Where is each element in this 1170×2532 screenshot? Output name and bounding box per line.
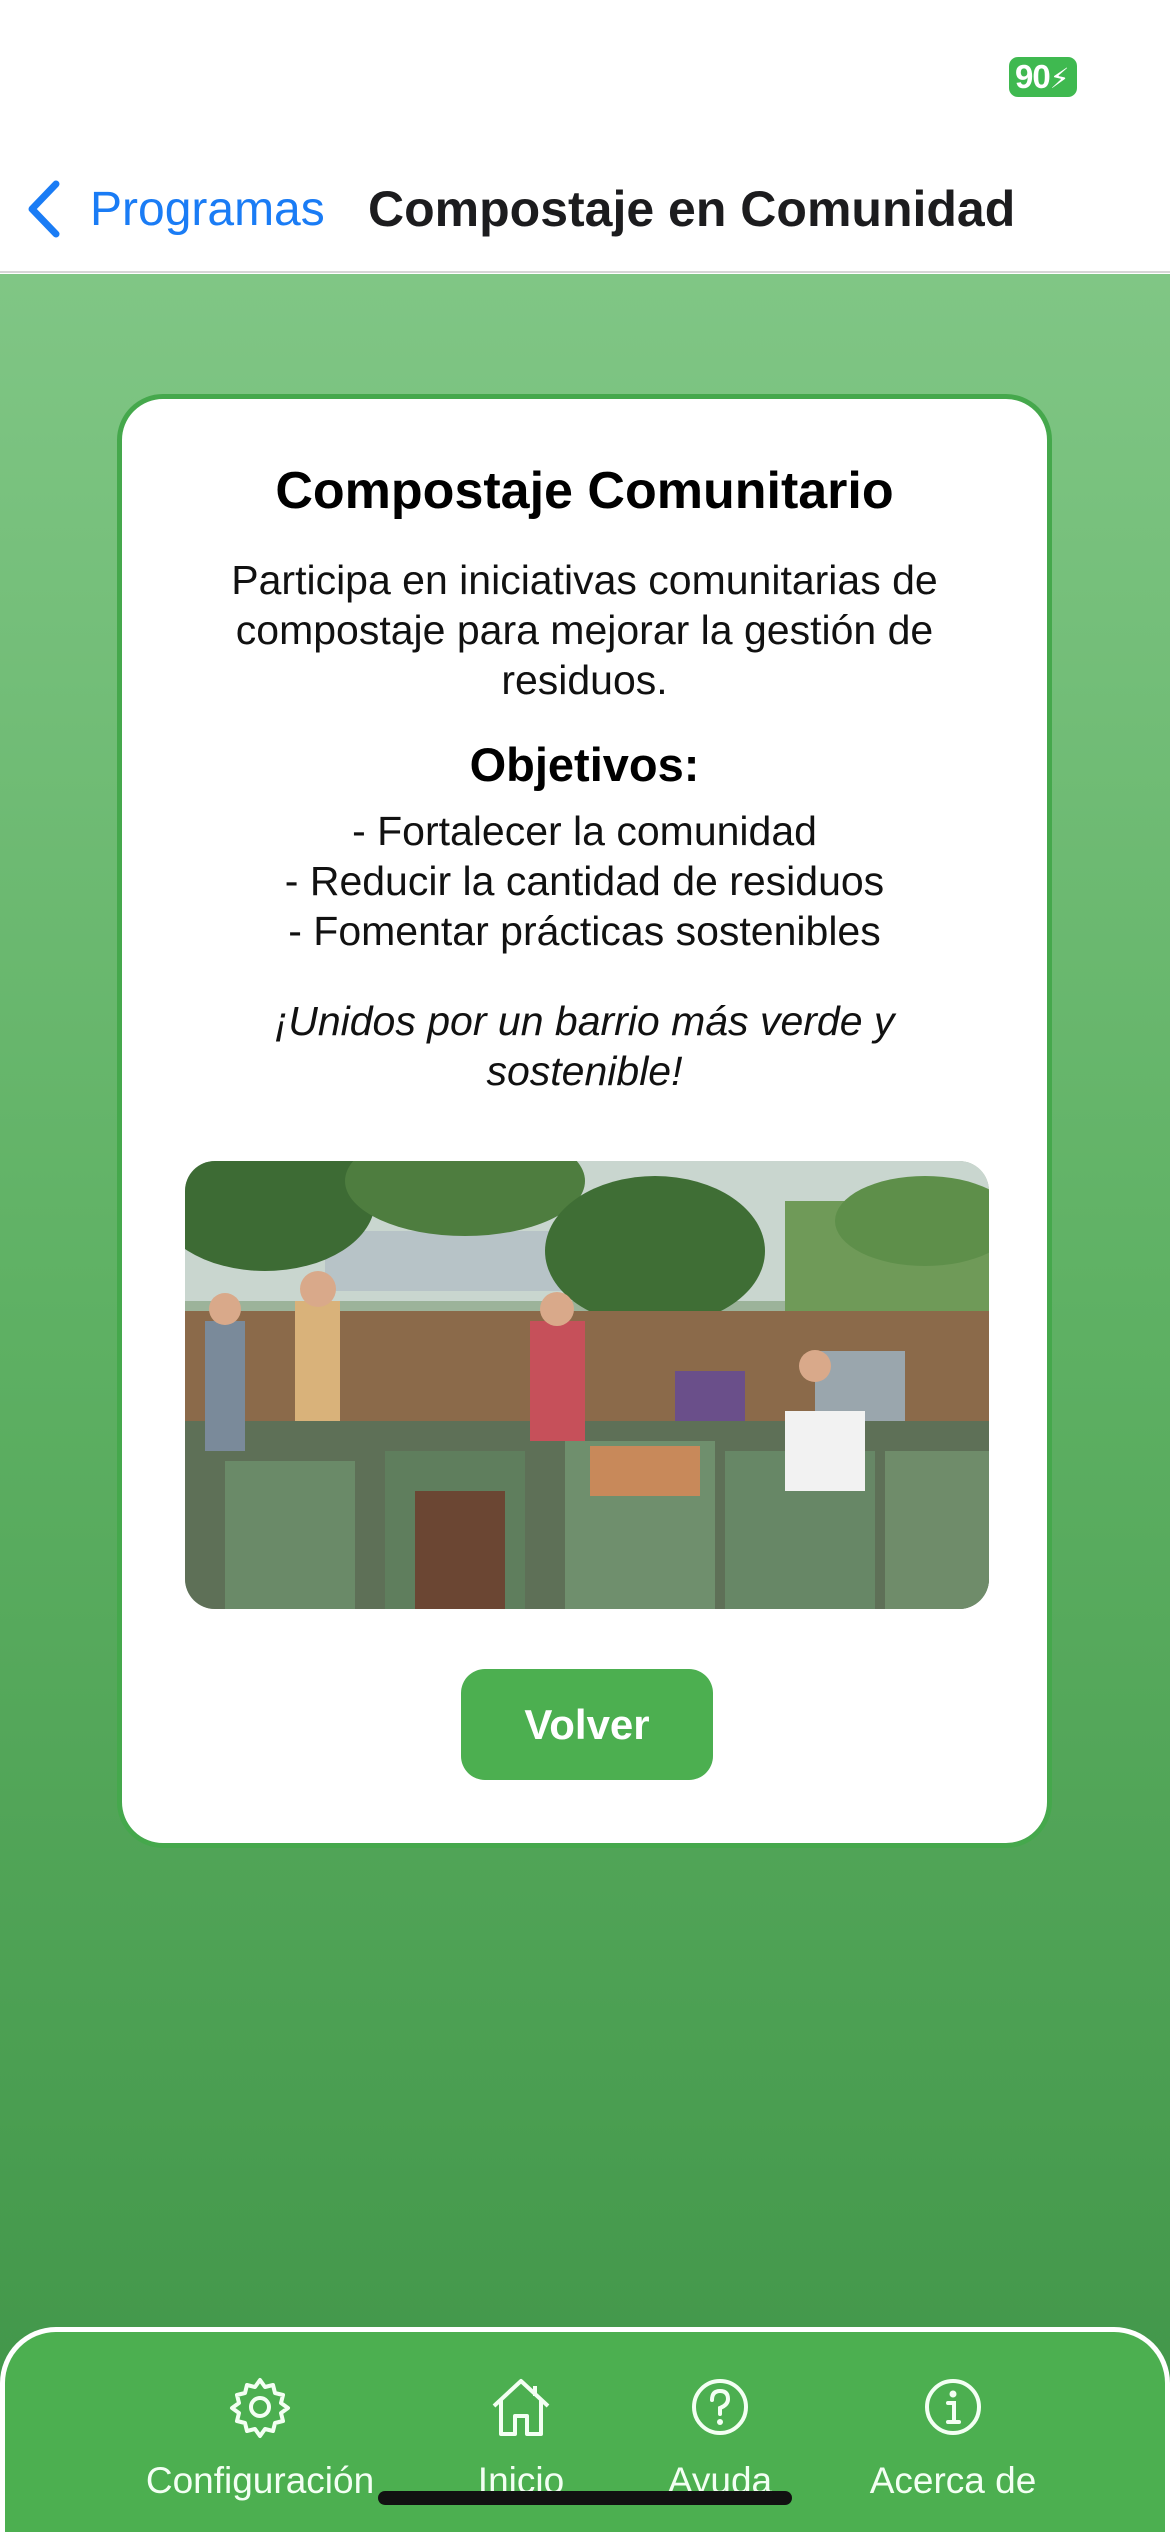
- battery-level: 90: [1015, 58, 1051, 95]
- composting-photo: [185, 1161, 989, 1609]
- home-indicator[interactable]: [378, 2491, 792, 2505]
- question-circle-icon: [692, 2379, 748, 2435]
- card-title: Compostaje Comunitario: [275, 462, 894, 520]
- gear-icon: [230, 2378, 290, 2438]
- home-icon: [492, 2379, 550, 2436]
- status-bar: 90⚡: [0, 0, 1170, 150]
- objectives-title: Objetivos:: [469, 738, 700, 791]
- objective-item: - Reducir la cantidad de residuos: [284, 858, 885, 904]
- back-button[interactable]: Programas: [22, 174, 325, 244]
- card-description: Participa en iniciativas comunitarias de…: [231, 557, 938, 703]
- main-content: Compostaje Comunitario Participa en inic…: [0, 274, 1170, 2532]
- battery-indicator: 90⚡: [1009, 57, 1077, 97]
- volver-button[interactable]: Volver: [461, 1669, 713, 1780]
- tab-configuracion[interactable]: Configuración: [135, 2372, 385, 2512]
- back-label: Programas: [90, 182, 325, 236]
- navigation-bar: Programas Compostaje en Comunidad: [0, 150, 1170, 273]
- tab-label: Configuración: [145, 2460, 375, 2501]
- page-title: Compostaje en Comunidad: [368, 181, 1016, 237]
- objective-item: - Fomentar prácticas sostenibles: [288, 908, 881, 954]
- tab-label: Acerca de: [869, 2460, 1037, 2501]
- slogan: ¡Unidos por un barrio más verde y sosten…: [274, 998, 895, 1094]
- program-card: Compostaje Comunitario Participa en inic…: [117, 394, 1052, 1848]
- tab-acerca-de[interactable]: Acerca de: [853, 2372, 1053, 2512]
- info-circle-icon: [925, 2379, 981, 2435]
- chevron-left-icon: [28, 180, 60, 238]
- objective-item: - Fortalecer la comunidad: [352, 808, 817, 854]
- objectives-list: - Fortalecer la comunidad - Reducir la c…: [122, 806, 1047, 956]
